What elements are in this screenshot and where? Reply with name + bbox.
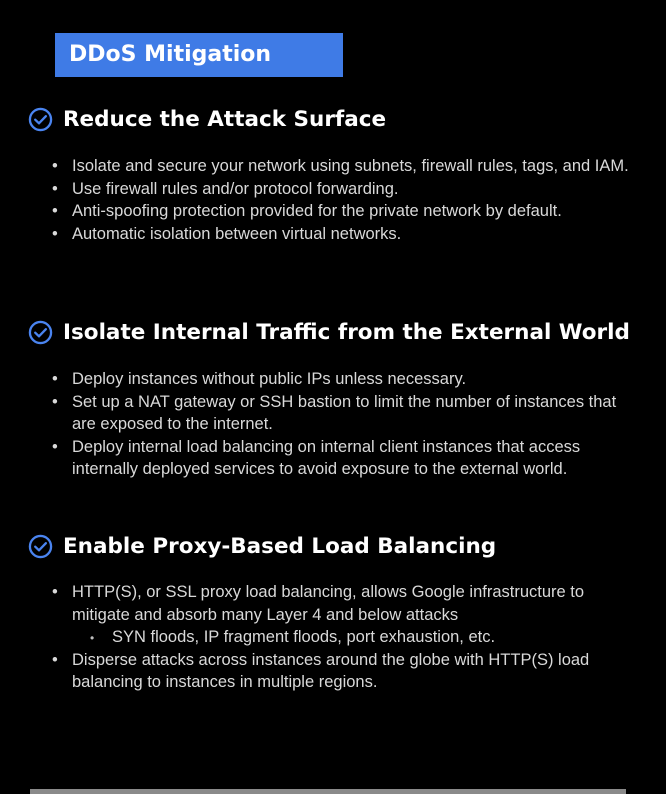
section-isolate-internal-traffic: Isolate Internal Traffic from the Extern… — [28, 317, 648, 347]
bullet-text: Use firewall rules and/or protocol forwa… — [72, 179, 399, 198]
bullet-icon: • — [52, 392, 58, 411]
check-circle-icon — [28, 534, 53, 558]
slide-title: DDoS Mitigation — [55, 33, 343, 77]
bullet-list: • HTTP(S), or SSL proxy load balancing, a… — [52, 581, 632, 694]
list-item: • Set up a NAT gateway or SSH bastion to … — [52, 391, 632, 436]
bullet-text: Disperse attacks across instances around… — [72, 650, 590, 692]
check-circle-icon — [28, 107, 53, 131]
list-item: • Automatic isolation between virtual net… — [52, 223, 632, 246]
bullet-icon: • — [52, 370, 58, 388]
bullet-icon: • — [52, 224, 58, 243]
bullet-icon: • — [52, 179, 58, 198]
bullet-text: Deploy instances without public IPs unle… — [72, 370, 467, 388]
check-circle-icon — [28, 320, 53, 344]
bullet-text: Automatic isolation between virtual netw… — [72, 224, 402, 243]
bullet-icon: • — [52, 583, 58, 601]
section-header: Isolate Internal Traffic from the Extern… — [28, 317, 648, 347]
bullet-list: • Deploy instances without public IPs unl… — [52, 368, 632, 481]
bullet-text: Set up a NAT gateway or SSH bastion to l… — [72, 392, 617, 434]
list-item: • Deploy internal load balancing on inter… — [52, 436, 632, 481]
section-header: Enable Proxy-Based Load Balancing — [28, 531, 648, 561]
list-item: • Disperse attacks across instances aroun… — [52, 649, 632, 694]
list-item: • Deploy instances without public IPs unl… — [52, 368, 632, 391]
sub-list-item: • SYN floods, IP fragment floods, port ex… — [90, 626, 632, 649]
section-reduce-attack-surface: Reduce the Attack Surface — [28, 104, 648, 134]
section-title: Reduce the Attack Surface — [63, 106, 387, 132]
list-item: • Anti-spoofing protection provided for t… — [52, 200, 632, 223]
bullet-icon: • — [52, 437, 58, 456]
sub-bullet-text: SYN floods, IP fragment floods, port exh… — [112, 628, 496, 646]
bullet-text: Anti-spoofing protection provided for th… — [72, 202, 562, 220]
sub-bullet-icon: • — [90, 631, 95, 645]
list-item: • Isolate and secure your network using s… — [52, 155, 632, 178]
bullet-icon: • — [52, 202, 58, 220]
bottom-divider — [30, 789, 626, 794]
bullet-icon: • — [52, 157, 58, 175]
list-item: • Use firewall rules and/or protocol forw… — [52, 178, 632, 201]
bullet-text: Isolate and secure your network using su… — [72, 157, 629, 175]
section-proxy-load-balancing: Enable Proxy-Based Load Balancing — [28, 531, 648, 561]
bullet-text: HTTP(S), or SSL proxy load balancing, al… — [72, 583, 585, 624]
bullet-icon: • — [52, 650, 58, 669]
bullet-list: • Isolate and secure your network using s… — [52, 155, 632, 246]
section-title: Isolate Internal Traffic from the Extern… — [63, 319, 630, 345]
bullet-text: Deploy internal load balancing on intern… — [72, 437, 581, 479]
section-header: Reduce the Attack Surface — [28, 104, 648, 134]
section-title: Enable Proxy-Based Load Balancing — [63, 533, 497, 559]
sub-bullet-list: • SYN floods, IP fragment floods, port ex… — [72, 626, 632, 649]
list-item: • HTTP(S), or SSL proxy load balancing, a… — [52, 581, 632, 649]
